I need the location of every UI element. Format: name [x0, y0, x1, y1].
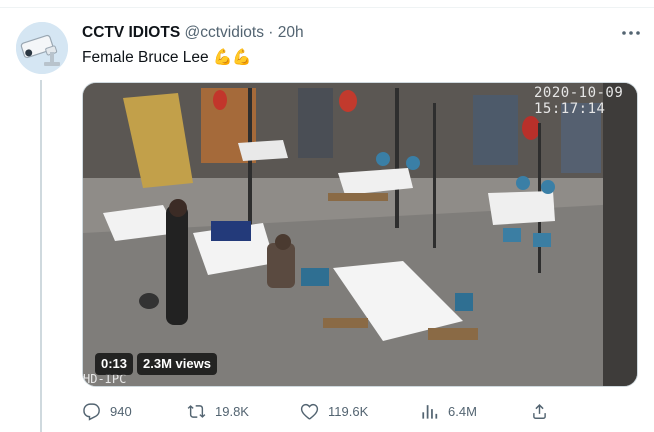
like-icon [300, 403, 319, 419]
action-bar: 940 19.8K 119.6K 6.4M [82, 396, 642, 426]
tweet-header: CCTV IDIOTS @cctvidiots · 20h [82, 24, 304, 42]
retweet-button[interactable]: 19.8K [187, 396, 249, 426]
author-handle[interactable]: @cctvidiots [184, 24, 263, 41]
like-button[interactable]: 119.6K [300, 396, 368, 426]
views-badge: 2.3M views [137, 353, 217, 375]
top-divider [0, 7, 654, 8]
separator-dot: · [268, 24, 274, 41]
share-icon [533, 403, 546, 419]
retweet-icon [187, 404, 206, 418]
video-player[interactable]: 2020-10-09 15:17:14 HD-IPC 0:13 2.3M vie… [82, 82, 638, 387]
view-count: 6.4M [448, 403, 477, 419]
reply-count: 940 [110, 403, 132, 419]
duration-badge: 0:13 [95, 353, 134, 375]
retweet-count: 19.8K [215, 403, 249, 419]
cctv-video-frame [83, 83, 637, 386]
tweet-text: Female Bruce Lee 💪💪 [82, 49, 252, 66]
tweet-time[interactable]: 20h [278, 24, 304, 41]
share-button[interactable] [530, 396, 549, 426]
avatar[interactable] [16, 22, 68, 74]
views-button[interactable]: 6.4M [420, 396, 477, 426]
views-icon [422, 404, 438, 419]
more-icon [622, 31, 640, 35]
like-count: 119.6K [328, 403, 369, 419]
reply-icon [83, 402, 100, 421]
more-button[interactable] [620, 24, 642, 42]
author-name[interactable]: CCTV IDIOTS [82, 24, 180, 41]
reply-button[interactable]: 940 [82, 396, 132, 426]
thread-line [40, 80, 42, 432]
cctv-avatar-icon [16, 22, 68, 74]
video-timestamp: 2020-10-09 15:17:14 [534, 85, 624, 117]
